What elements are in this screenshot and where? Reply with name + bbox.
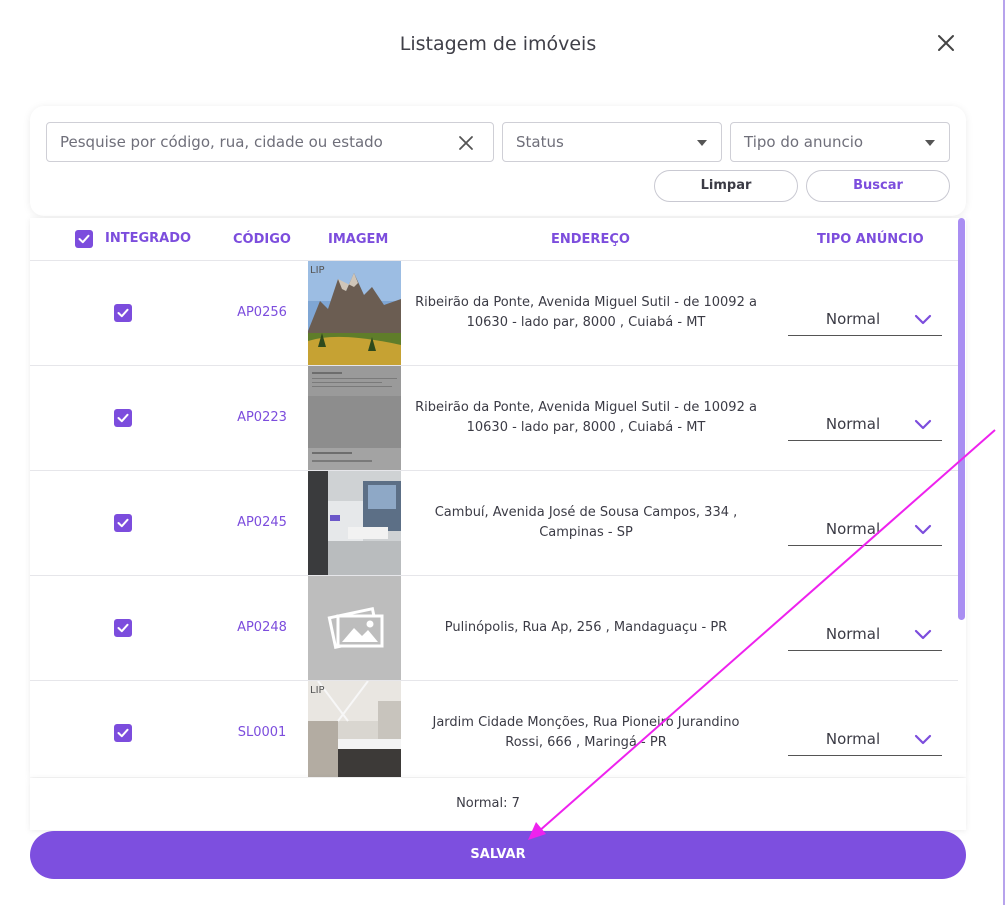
address-line-1: Pulinópolis, Rua Ap, 256 , Mandaguaçu - … bbox=[444, 620, 728, 635]
tipo-anuncio-value: Normal bbox=[825, 730, 881, 748]
search-button[interactable]: Buscar bbox=[806, 170, 950, 202]
property-code[interactable]: AP0256 bbox=[210, 305, 314, 320]
close-icon[interactable] bbox=[934, 31, 958, 55]
search-placeholder: Pesquise por código, rua, cidade ou esta… bbox=[60, 133, 383, 151]
select-all-checkbox[interactable] bbox=[75, 230, 93, 248]
tipo-anuncio-select[interactable]: Tipo do anuncio bbox=[730, 122, 950, 162]
dialog-title: Listagem de imóveis bbox=[399, 33, 597, 55]
property-code[interactable]: AP0248 bbox=[210, 620, 314, 635]
filter-panel: Pesquise por código, rua, cidade ou esta… bbox=[30, 106, 966, 216]
check-icon bbox=[117, 308, 129, 318]
tipo-select-label: Tipo do anuncio bbox=[744, 133, 864, 151]
address-line-1: Cambuí, Avenida José de Sousa Campos, 33… bbox=[434, 505, 738, 520]
address-line-1: Ribeirão da Ponte, Avenida Miguel Sutil … bbox=[415, 295, 757, 310]
row-checkbox[interactable] bbox=[114, 304, 132, 322]
mountain-landscape-image: LIP bbox=[308, 261, 401, 365]
property-address: Ribeirão da Ponte, Avenida Miguel Sutil … bbox=[415, 398, 757, 438]
address-line-1: Jardim Cidade Monções, Rua Pioneiro Jura… bbox=[432, 715, 740, 730]
chevron-down-icon bbox=[914, 314, 932, 325]
search-input[interactable]: Pesquise por código, rua, cidade ou esta… bbox=[46, 122, 494, 162]
property-code[interactable]: AP0223 bbox=[210, 410, 314, 425]
tipo-anuncio-dropdown[interactable]: Normal bbox=[788, 514, 942, 546]
table-row: AP0223 Ribeirão da Ponte, Avenida Miguel… bbox=[30, 366, 958, 471]
save-button[interactable]: SALVAR bbox=[30, 831, 966, 879]
summary-text: Normal: 7 bbox=[456, 796, 520, 811]
tipo-anuncio-dropdown[interactable]: Normal bbox=[788, 409, 942, 441]
property-thumbnail bbox=[308, 366, 401, 470]
property-thumbnail: LIP bbox=[308, 681, 401, 777]
summary-footer: Normal: 7 bbox=[30, 778, 966, 830]
row-checkbox[interactable] bbox=[114, 724, 132, 742]
thumb-watermark: LIP bbox=[310, 685, 325, 696]
property-address: Jardim Cidade Monções, Rua Pioneiro Jura… bbox=[415, 713, 757, 753]
thumb-watermark: LIP bbox=[310, 265, 325, 276]
table-row: AP0248 Pulinópolis, Rua Ap, 256 , Mandag… bbox=[30, 576, 958, 681]
check-icon bbox=[117, 728, 129, 738]
header-endereco: ENDEREÇO bbox=[551, 232, 630, 247]
chevron-down-icon bbox=[697, 140, 707, 146]
table-row: SL0001 LIP Jardim Cidade Monções, Rua Pi… bbox=[30, 681, 958, 777]
row-checkbox[interactable] bbox=[114, 409, 132, 427]
address-line-2: Campinas - SP bbox=[539, 525, 633, 540]
chevron-down-icon bbox=[925, 140, 935, 146]
property-code[interactable]: SL0001 bbox=[210, 725, 314, 740]
tipo-anuncio-value: Normal bbox=[825, 415, 881, 433]
row-checkbox[interactable] bbox=[114, 619, 132, 637]
chevron-down-icon bbox=[914, 734, 932, 745]
clear-button[interactable]: Limpar bbox=[654, 170, 798, 202]
property-address: Cambuí, Avenida José de Sousa Campos, 33… bbox=[415, 503, 757, 543]
property-thumbnail: LIP bbox=[308, 261, 401, 365]
header-imagem: IMAGEM bbox=[328, 232, 389, 247]
chevron-down-icon bbox=[914, 629, 932, 640]
check-icon bbox=[117, 413, 129, 423]
chevron-down-icon bbox=[914, 524, 932, 535]
address-line-1: Ribeirão da Ponte, Avenida Miguel Sutil … bbox=[415, 400, 757, 415]
property-thumbnail bbox=[308, 576, 401, 680]
tipo-anuncio-dropdown[interactable]: Normal bbox=[788, 619, 942, 651]
table-header: INTEGRADO CÓDIGO IMAGEM ENDEREÇO TIPO AN… bbox=[30, 218, 958, 261]
property-address: Ribeirão da Ponte, Avenida Miguel Sutil … bbox=[415, 293, 757, 333]
tipo-anuncio-value: Normal bbox=[825, 310, 881, 328]
check-icon bbox=[78, 234, 90, 244]
check-icon bbox=[117, 623, 129, 633]
screenshot-image bbox=[308, 366, 401, 470]
image-placeholder-icon bbox=[308, 576, 401, 680]
tipo-anuncio-value: Normal bbox=[825, 625, 881, 643]
check-icon bbox=[117, 518, 129, 528]
table-row: AP0245 Cambuí, Avenida José de Sousa Cam… bbox=[30, 471, 958, 576]
tipo-anuncio-dropdown[interactable]: Normal bbox=[788, 304, 942, 336]
tipo-anuncio-dropdown[interactable]: Normal bbox=[788, 724, 942, 756]
property-code[interactable]: AP0245 bbox=[210, 515, 314, 530]
address-line-2: Rossi, 666 , Maringá - PR bbox=[505, 735, 667, 750]
table-scrollbar[interactable] bbox=[958, 218, 965, 620]
bathroom-vanity-image: LIP bbox=[308, 681, 401, 777]
status-select[interactable]: Status bbox=[502, 122, 722, 162]
tipo-anuncio-value: Normal bbox=[825, 520, 881, 538]
property-table: INTEGRADO CÓDIGO IMAGEM ENDEREÇO TIPO AN… bbox=[30, 218, 966, 777]
property-address: Pulinópolis, Rua Ap, 256 , Mandaguaçu - … bbox=[415, 618, 757, 638]
header-integrado: INTEGRADO bbox=[105, 231, 192, 246]
window-right-edge bbox=[1003, 0, 1005, 905]
address-line-2: 10630 - lado par, 8000 , Cuiabá - MT bbox=[466, 420, 706, 435]
header-codigo: CÓDIGO bbox=[233, 232, 291, 247]
clear-search-icon[interactable] bbox=[457, 134, 475, 152]
status-select-label: Status bbox=[516, 133, 564, 151]
address-line-2: 10630 - lado par, 8000 , Cuiabá - MT bbox=[466, 315, 706, 330]
property-thumbnail bbox=[308, 471, 401, 575]
chevron-down-icon bbox=[914, 419, 932, 430]
header-tipo-anuncio: TIPO ANÚNCIO bbox=[817, 232, 924, 247]
bathroom-interior-image bbox=[308, 471, 401, 575]
row-checkbox[interactable] bbox=[114, 514, 132, 532]
table-row: AP0256 LIP Ribeirão da Ponte, Avenida Mi… bbox=[30, 261, 958, 366]
